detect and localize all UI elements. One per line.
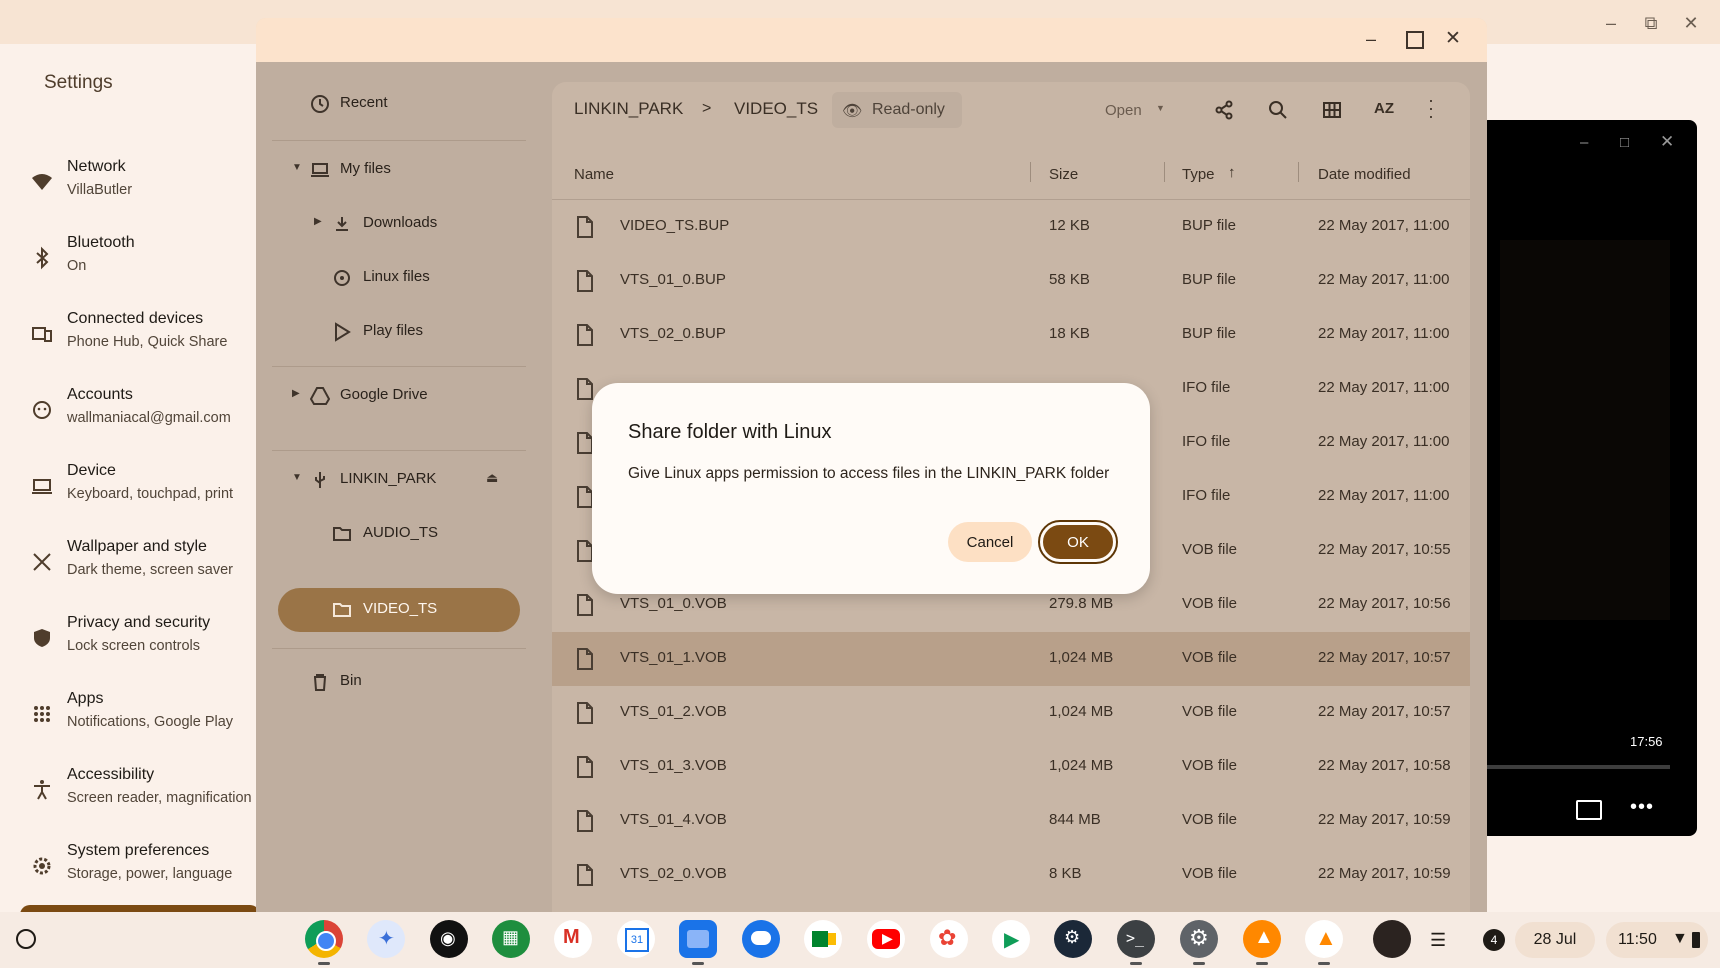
settings-icon[interactable]: ⚙: [1180, 920, 1218, 958]
podcast-icon[interactable]: ◉: [430, 920, 468, 958]
clock-time: 11:50: [1618, 931, 1657, 948]
clipboard-icon[interactable]: ☰: [1430, 930, 1446, 951]
vlc-icon-2[interactable]: ▲: [1305, 920, 1343, 958]
play-store-icon[interactable]: ▶: [992, 920, 1030, 958]
gmail-icon[interactable]: M: [554, 920, 592, 958]
vlc-icon[interactable]: ▲: [1243, 920, 1281, 958]
cancel-button[interactable]: Cancel: [948, 522, 1032, 562]
calendar-icon[interactable]: 31: [617, 920, 655, 958]
dialog-message: Give Linux apps permission to access fil…: [628, 465, 1110, 482]
messages-icon[interactable]: [742, 920, 780, 958]
dialog-title: Share folder with Linux: [628, 421, 832, 443]
chrome-icon[interactable]: [305, 920, 343, 958]
steam-icon[interactable]: ⚙: [1054, 920, 1092, 958]
wifi-icon: ▼: [1672, 930, 1688, 947]
meet-icon[interactable]: [804, 920, 842, 958]
ok-button[interactable]: OK: [1038, 520, 1118, 564]
app-grid-icon[interactable]: ▦: [492, 920, 530, 958]
youtube-icon[interactable]: ▶: [867, 920, 905, 958]
date-display[interactable]: 28 Jul: [1515, 922, 1595, 958]
notification-badge[interactable]: 4: [1483, 929, 1505, 951]
files-icon[interactable]: [679, 920, 717, 958]
launcher-icon[interactable]: [16, 929, 36, 949]
status-tray[interactable]: 11:50 ▼: [1606, 922, 1708, 958]
terminal-icon[interactable]: >_: [1117, 920, 1155, 958]
photos-icon[interactable]: ✿: [930, 920, 968, 958]
avatar-app-icon[interactable]: [1373, 920, 1411, 958]
shelf: ✦ ◉ ▦ M 31 ▶ ✿ ▶ ⚙ >_ ⚙ ▲ ▲ ☰ 4 28 Jul 1…: [0, 912, 1720, 968]
gemini-icon[interactable]: ✦: [367, 920, 405, 958]
battery-icon: [1692, 932, 1700, 948]
share-folder-dialog: Share folder with Linux Give Linux apps …: [592, 383, 1150, 594]
